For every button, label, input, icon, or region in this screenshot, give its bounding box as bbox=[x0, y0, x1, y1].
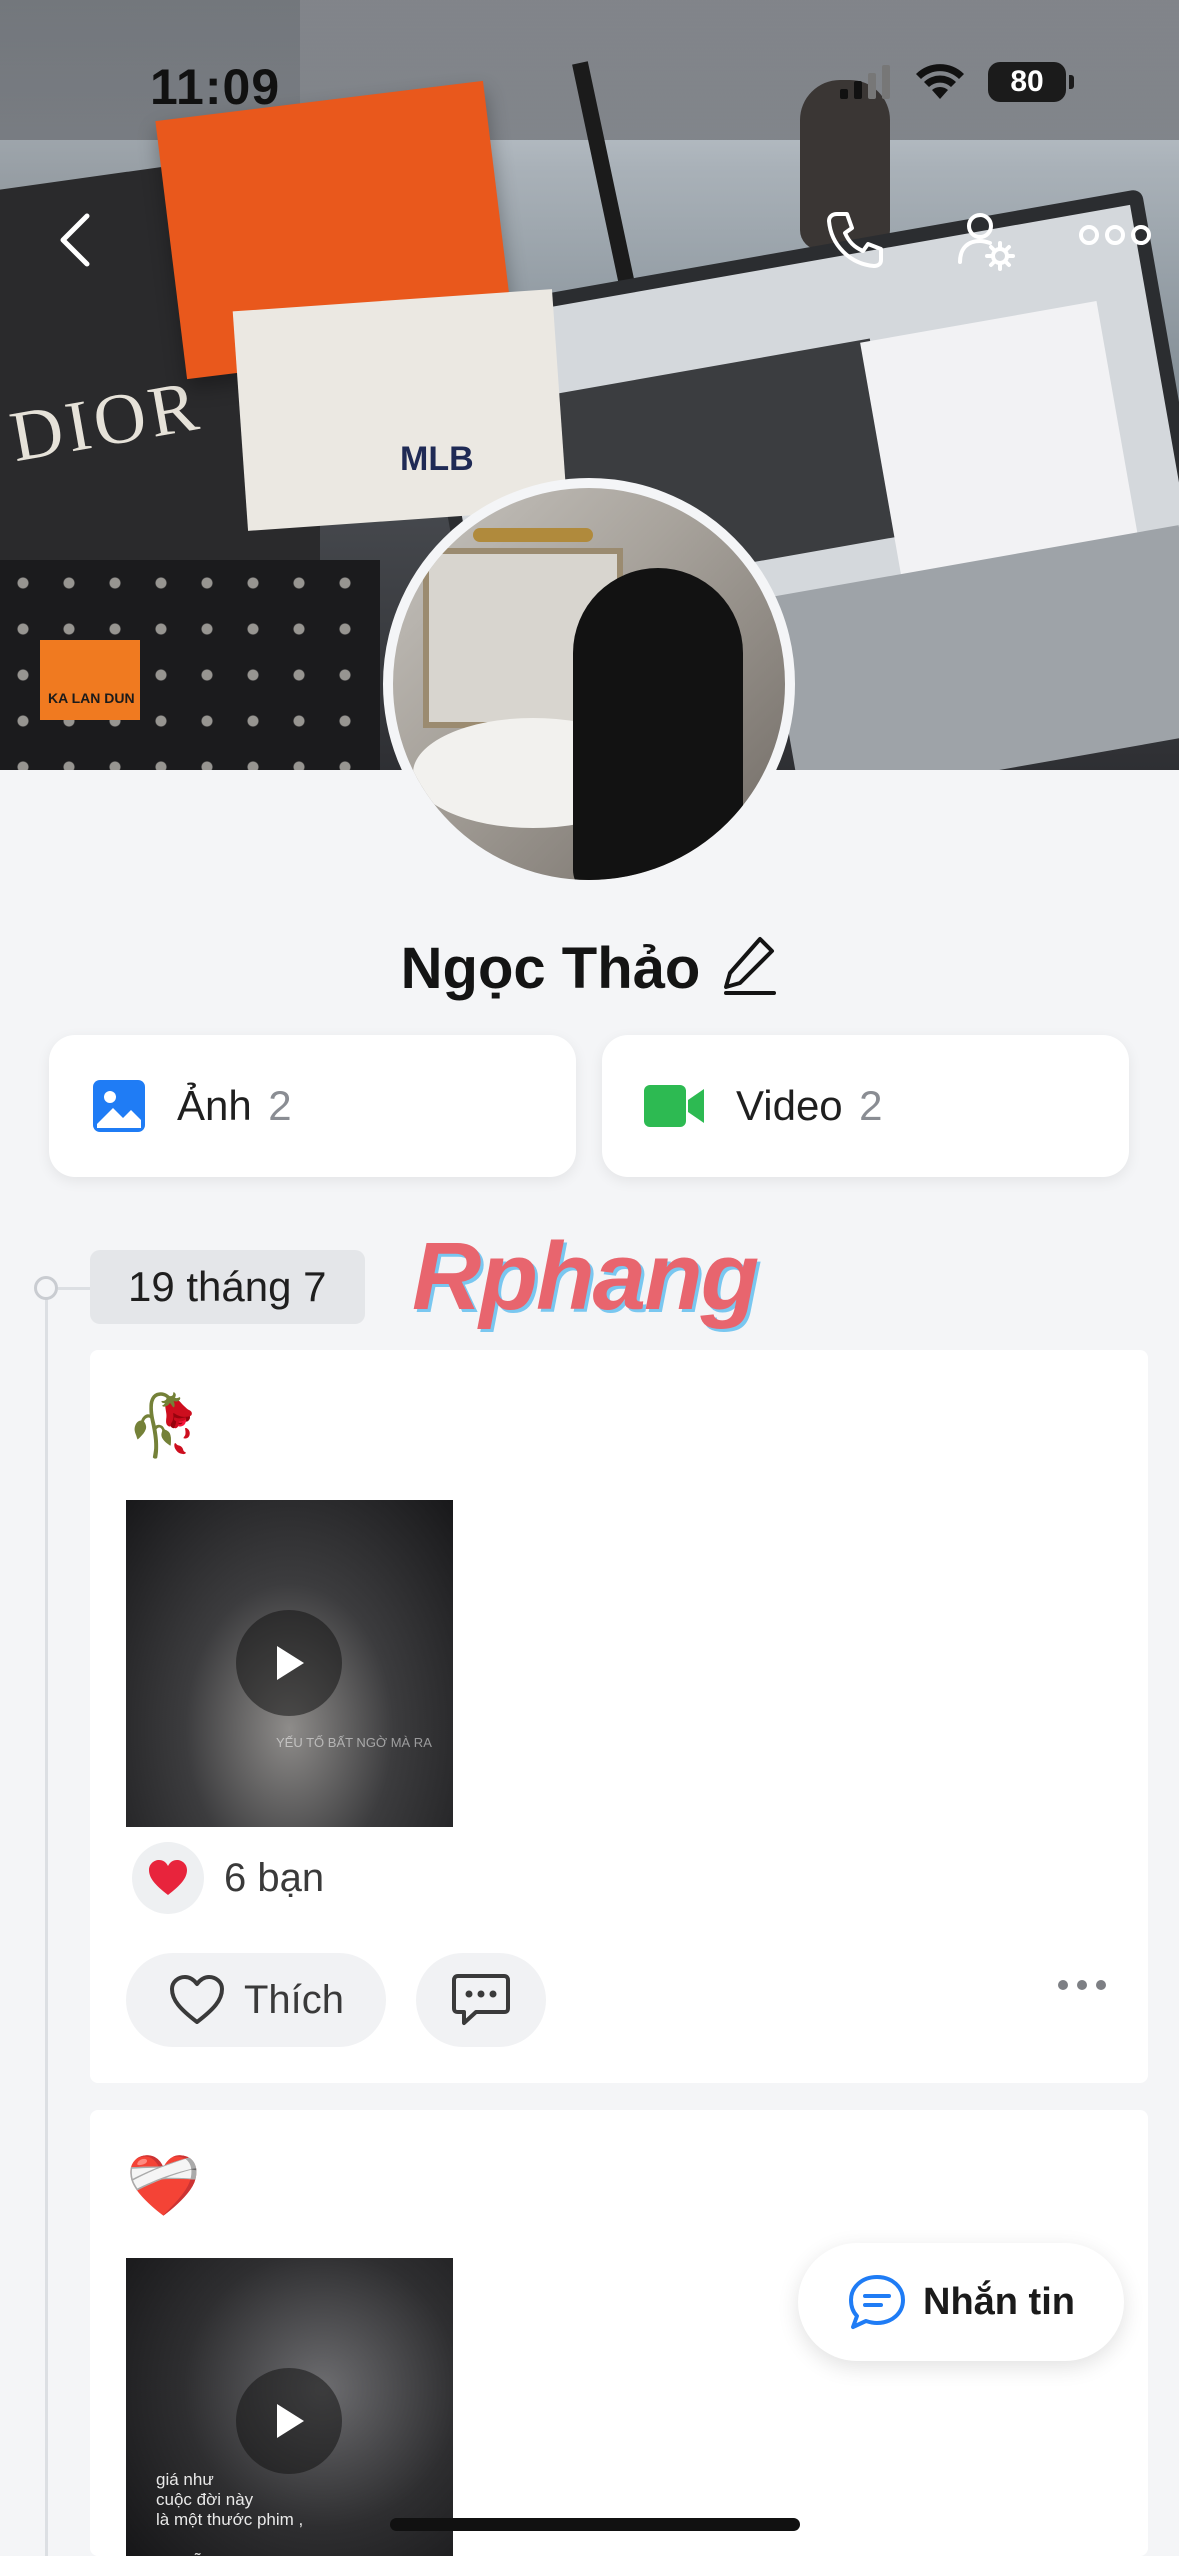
thumbnail-lyrics: giá như cuộc đời này là một thước phim ,… bbox=[156, 2470, 304, 2556]
phone-icon bbox=[827, 212, 883, 268]
image-icon bbox=[93, 1080, 145, 1132]
status-time: 11:09 bbox=[150, 59, 281, 115]
cellular-signal-icon bbox=[840, 65, 890, 99]
post-video-thumbnail[interactable]: giá như cuộc đời này là một thước phim ,… bbox=[126, 2258, 453, 2556]
post-card: 🥀 YẾU TỐ BẤT NGỜ MÀ RA 6 bạn Thích bbox=[90, 1350, 1148, 2083]
reaction-count: 6 bạn bbox=[224, 1855, 325, 1900]
like-button[interactable]: Thích bbox=[126, 1953, 386, 2047]
watermark-logo: Rphang bbox=[412, 1223, 759, 1330]
timeline-date: 19 tháng 7 bbox=[90, 1250, 365, 1324]
chevron-left-icon bbox=[60, 213, 90, 267]
cover-tag-text: KA LAN DUN bbox=[48, 690, 135, 706]
comment-icon bbox=[452, 1974, 510, 2025]
videos-count: 2 bbox=[859, 1082, 883, 1129]
videos-label: Video bbox=[736, 1082, 843, 1129]
avatar-figure bbox=[573, 568, 743, 880]
status-indicators: 80 bbox=[840, 62, 1074, 102]
post-more-options[interactable] bbox=[1058, 1980, 1106, 1990]
heart-icon bbox=[149, 1860, 187, 1895]
timeline-tick bbox=[58, 1287, 92, 1290]
play-icon bbox=[277, 2404, 304, 2438]
thumbnail-caption: YẾU TỐ BẤT NGỜ MÀ RA bbox=[276, 1735, 432, 1750]
dot bbox=[1058, 1980, 1068, 1990]
dot bbox=[1096, 1980, 1106, 1990]
wifi-icon bbox=[916, 64, 964, 99]
reaction-summary[interactable]: 6 bạn bbox=[132, 1842, 324, 1914]
chat-bubble-icon bbox=[849, 2275, 905, 2329]
cover-tag bbox=[40, 640, 140, 720]
post-status-emoji: 🥀 bbox=[126, 1392, 201, 1459]
heart-outline-icon bbox=[170, 1975, 224, 2024]
like-label: Thích bbox=[244, 1977, 345, 2022]
comment-button[interactable] bbox=[416, 1953, 546, 2047]
timeline-dot bbox=[34, 1276, 58, 1300]
cover-mlb-text: MLB bbox=[400, 440, 474, 478]
profile-name-row: Ngọc Thảo bbox=[0, 935, 1179, 1002]
post-status-emoji: ❤️‍🩹 bbox=[126, 2152, 201, 2219]
photos-card[interactable]: Ảnh 2 bbox=[49, 1035, 576, 1177]
battery-indicator: 80 bbox=[988, 62, 1074, 102]
call-button[interactable] bbox=[815, 200, 895, 280]
message-label: Nhắn tin bbox=[923, 2280, 1075, 2323]
more-options-button[interactable] bbox=[1075, 215, 1155, 255]
photos-label: Ảnh bbox=[177, 1082, 252, 1129]
photos-count: 2 bbox=[268, 1082, 292, 1129]
avatar-lamp bbox=[473, 528, 593, 542]
video-camera-icon bbox=[644, 1085, 704, 1127]
message-button[interactable]: Nhắn tin bbox=[798, 2243, 1124, 2361]
videos-card[interactable]: Video 2 bbox=[602, 1035, 1129, 1177]
profile-settings-button[interactable] bbox=[946, 200, 1026, 280]
post-video-thumbnail[interactable]: YẾU TỐ BẤT NGỜ MÀ RA bbox=[126, 1500, 453, 1827]
user-settings-icon bbox=[958, 213, 1015, 271]
avatar[interactable] bbox=[383, 478, 795, 890]
timeline-line bbox=[45, 1288, 48, 2556]
back-button[interactable] bbox=[40, 205, 110, 275]
more-horizontal-icon bbox=[1079, 225, 1151, 245]
play-button[interactable] bbox=[236, 2368, 342, 2474]
reaction-heart-badge bbox=[132, 1842, 204, 1914]
dot bbox=[1077, 1980, 1087, 1990]
profile-name: Ngọc Thảo bbox=[400, 936, 701, 1001]
home-indicator[interactable] bbox=[390, 2518, 800, 2531]
edit-name-button[interactable] bbox=[722, 935, 778, 1002]
play-button[interactable] bbox=[236, 1610, 342, 1716]
play-icon bbox=[277, 1646, 304, 1680]
pencil-icon bbox=[724, 937, 777, 995]
